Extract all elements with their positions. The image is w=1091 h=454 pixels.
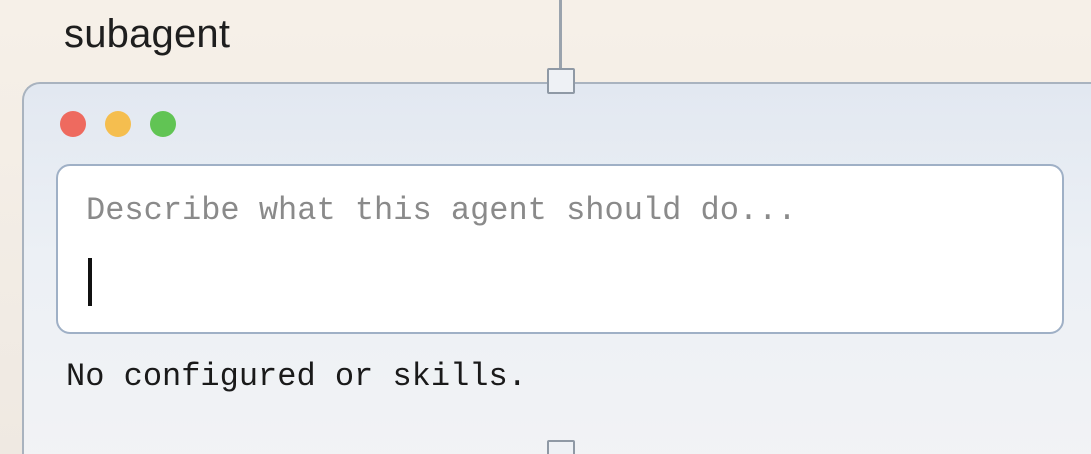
text-cursor — [88, 258, 92, 306]
output-port[interactable] — [547, 440, 575, 454]
status-text: No configured or skills. — [66, 358, 527, 395]
connector-line — [559, 0, 562, 70]
input-port[interactable] — [547, 68, 575, 94]
node-title: subagent — [64, 12, 231, 56]
close-window-button[interactable] — [60, 111, 86, 137]
agent-description-placeholder: Describe what this agent should do... — [86, 192, 797, 229]
minimize-window-button[interactable] — [105, 111, 131, 137]
maximize-window-button[interactable] — [150, 111, 176, 137]
agent-description-input[interactable]: Describe what this agent should do... — [56, 164, 1064, 334]
